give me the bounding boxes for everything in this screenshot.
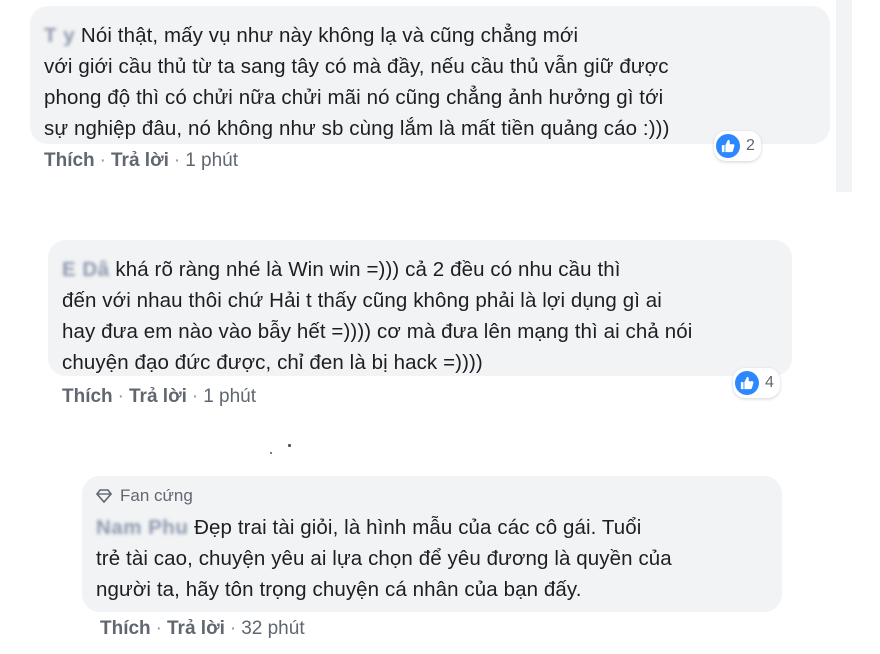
comment-time[interactable]: 32 phút — [241, 618, 304, 639]
separator-dot: · — [229, 618, 237, 639]
comment-bubble: Fan cứng Nam Phu Đẹp trai tài giỏi, là h… — [82, 476, 782, 612]
comment-time[interactable]: 1 phút — [203, 386, 256, 407]
reaction-count: 4 — [765, 374, 774, 391]
separator-dot: · — [155, 618, 162, 639]
reaction-count: 2 — [746, 137, 755, 154]
like-link[interactable]: Thích — [44, 150, 95, 171]
separator-dot: · — [173, 150, 181, 171]
fan-badge-label: Fan cứng — [120, 486, 193, 505]
comment-bubble: T y Nói thật, mấy vụ như này không lạ và… — [30, 6, 830, 144]
comment-text: Nói thật, mấy vụ như này không lạ và cũn… — [44, 24, 670, 140]
comment-actions: Thích · Trả lời · 1 phút — [44, 150, 238, 172]
like-link[interactable]: Thích — [100, 618, 151, 639]
separator-dot: · — [117, 386, 124, 407]
reply-link[interactable]: Trả lời — [167, 618, 225, 639]
reply-link[interactable]: Trả lời — [129, 386, 187, 407]
comment-actions: Thích · Trả lời · 32 phút — [100, 618, 305, 640]
comment-text-block: Nam Phu Đẹp trai tài giỏi, là hình mẫu c… — [96, 512, 782, 605]
reaction-summary[interactable]: 4 — [733, 368, 780, 398]
separator-dot: · — [191, 386, 199, 407]
reaction-summary[interactable]: 2 — [714, 131, 761, 161]
comment-author[interactable]: Nam Phu — [96, 516, 188, 539]
comment-text-block: E Dâ khá rõ ràng nhé là Win win =))) cả … — [62, 254, 792, 378]
like-icon — [716, 134, 740, 158]
speck — [270, 452, 272, 454]
comment-author[interactable]: T y — [44, 24, 75, 47]
comment-actions: Thích · Trả lời · 1 phút — [62, 386, 256, 408]
comment-time[interactable]: 1 phút — [185, 150, 238, 171]
fan-badge: Fan cứng — [96, 486, 782, 506]
comment-text: khá rõ ràng nhé là Win win =))) cả 2 đều… — [62, 258, 693, 374]
side-panel — [836, 0, 852, 192]
comment-text-block: T y Nói thật, mấy vụ như này không lạ và… — [44, 20, 830, 144]
like-icon — [735, 371, 759, 395]
separator-dot: · — [99, 150, 106, 171]
comment-author[interactable]: E Dâ — [62, 258, 110, 281]
diamond-icon — [96, 489, 112, 503]
like-link[interactable]: Thích — [62, 386, 113, 407]
reply-link[interactable]: Trả lời — [111, 150, 169, 171]
comment-bubble: E Dâ khá rõ ràng nhé là Win win =))) cả … — [48, 240, 792, 376]
speck — [288, 444, 291, 447]
